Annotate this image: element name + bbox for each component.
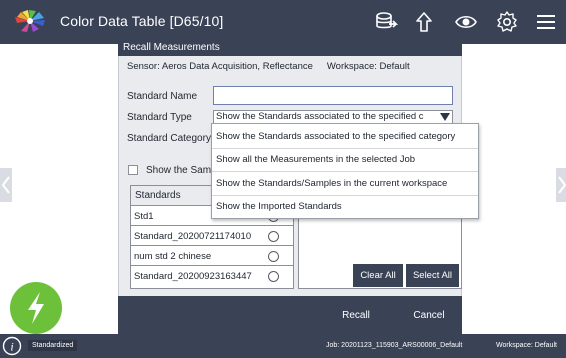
menu-icon[interactable] [534, 10, 558, 34]
list-item-name: Standard_20200721174010 [134, 231, 252, 242]
standard-type-label: Standard Type [127, 112, 192, 123]
radio-unselected[interactable] [268, 231, 279, 242]
arrow-up-icon[interactable] [412, 10, 436, 34]
dropdown-option[interactable]: Show the Standards/Samples in the curren… [216, 178, 447, 189]
standard-type-select[interactable]: Show the Standards associated to the spe… [213, 110, 453, 124]
sensor-info: Sensor: Aeros Data Acquisition, Reflecta… [127, 61, 410, 72]
standard-type-value: Show the Standards associated to the spe… [216, 111, 424, 122]
clear-all-button[interactable]: Clear All [353, 264, 403, 287]
svg-text:i: i [10, 340, 13, 354]
select-all-button[interactable]: Select All [406, 264, 459, 287]
previous-page-button[interactable] [0, 168, 12, 202]
color-wheel-logo [15, 10, 45, 32]
show-samples-checkbox[interactable] [128, 165, 138, 175]
dropdown-divider [212, 171, 478, 172]
recall-button[interactable]: Recall [328, 305, 384, 327]
chevron-left-icon [1, 176, 10, 194]
measure-button[interactable] [10, 282, 62, 334]
list-item-name: Std1 [134, 211, 154, 222]
chevron-right-icon [558, 176, 566, 194]
list-item[interactable]: Standard_20200721174010 [131, 227, 293, 246]
radio-unselected[interactable] [268, 251, 279, 262]
app-header: Color Data Table [D65/10] [0, 0, 566, 44]
list-item[interactable]: num std 2 chinese [131, 247, 293, 266]
job-status: Job: 20201123_115903_ARS00006_Default [326, 342, 463, 349]
dropdown-divider [212, 148, 478, 149]
standard-name-input[interactable] [213, 86, 453, 105]
dropdown-divider [212, 195, 478, 196]
status-badge: Standardized [28, 340, 78, 351]
caret-down-icon [440, 113, 450, 121]
dropdown-option[interactable]: Show the Imported Standards [216, 201, 342, 212]
radio-unselected[interactable] [268, 271, 279, 282]
page-title: Color Data Table [D65/10] [60, 13, 224, 29]
info-icon[interactable]: i [2, 336, 22, 356]
gear-icon[interactable] [495, 10, 519, 34]
next-page-button[interactable] [556, 168, 566, 202]
dialog-title: Recall Measurements [118, 40, 462, 56]
list-item-name: Standard_20200923163447 [134, 271, 252, 282]
dropdown-option[interactable]: Show all the Measurements in the selecte… [216, 154, 415, 165]
standard-name-label: Standard Name [127, 91, 198, 102]
import-icon[interactable] [374, 10, 398, 34]
standard-category-label: Standard Category [127, 133, 211, 144]
status-bar: i Standardized Job: 20201123_115903_ARS0… [0, 334, 566, 358]
workspace-status: Workspace: Default [496, 342, 557, 349]
lightning-icon [28, 292, 44, 324]
standard-type-dropdown: Show the Standards associated to the spe… [211, 123, 479, 219]
list-item[interactable]: Standard_20200923163447 [131, 267, 293, 286]
workspace-label: Workspace: Default [326, 61, 410, 72]
list-item-name: num std 2 chinese [134, 251, 212, 262]
cancel-button[interactable]: Cancel [400, 305, 458, 327]
eye-icon[interactable] [454, 10, 478, 34]
show-samples-label: Show the Sam [146, 165, 212, 176]
dropdown-option[interactable]: Show the Standards associated to the spe… [216, 131, 455, 142]
sensor-label: Sensor: Aeros Data Acquisition, Reflecta… [127, 61, 313, 72]
